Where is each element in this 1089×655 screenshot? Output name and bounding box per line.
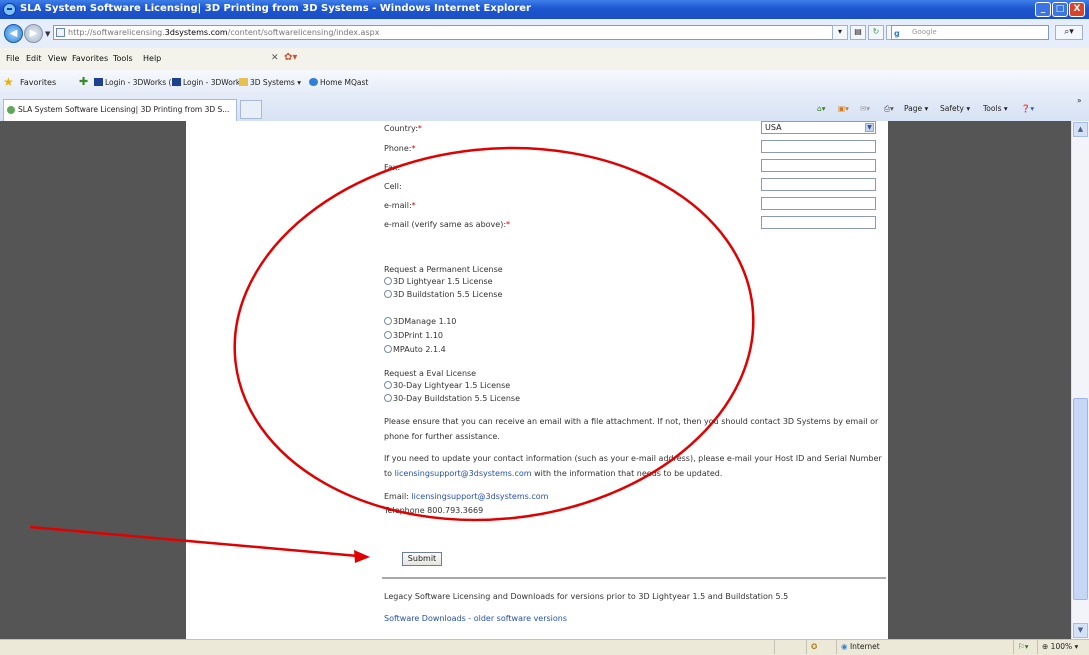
highlight-ellipse <box>233 146 755 522</box>
annotation-overlay <box>29 146 755 563</box>
pointer-arrow-head <box>354 550 370 563</box>
pointer-arrow-line <box>29 525 359 558</box>
